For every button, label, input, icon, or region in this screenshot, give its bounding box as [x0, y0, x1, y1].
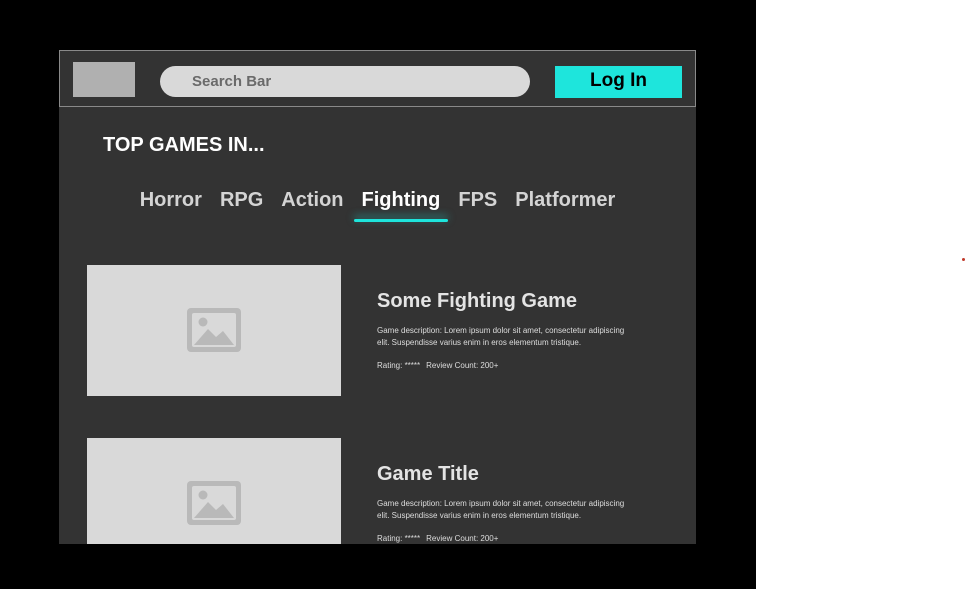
game-rating: Rating: ***** [377, 534, 421, 543]
game-card[interactable]: Some Fighting Game Game description: Lor… [87, 265, 667, 396]
game-meta: Rating: ***** Review Count: 200+ [377, 361, 498, 370]
game-rating: Rating: ***** [377, 361, 421, 370]
image-placeholder-icon [187, 308, 241, 352]
stray-dot [962, 258, 965, 261]
game-title[interactable]: Game Title [377, 463, 479, 486]
game-thumbnail[interactable] [87, 265, 341, 396]
tab-rpg[interactable]: RPG [220, 189, 263, 222]
genre-tabs: Horror RPG Action Fighting FPS Platforme… [59, 189, 696, 222]
game-review-count: Review Count: 200+ [426, 534, 499, 543]
login-button[interactable]: Log In [555, 66, 682, 98]
tab-fps[interactable]: FPS [458, 189, 497, 222]
tab-platformer[interactable]: Platformer [515, 189, 615, 222]
image-placeholder-icon [187, 481, 241, 525]
game-meta: Rating: ***** Review Count: 200+ [377, 534, 498, 543]
game-thumbnail[interactable] [87, 438, 341, 544]
tab-action[interactable]: Action [281, 189, 343, 222]
game-card[interactable]: Game Title Game description: Lorem ipsum… [87, 438, 667, 544]
top-bar: Log In [59, 50, 696, 107]
tab-fighting[interactable]: Fighting [353, 189, 449, 222]
app-window: Log In TOP GAMES IN... Horror RPG Action… [59, 50, 696, 544]
game-description: Game description: Lorem ipsum dolor sit … [377, 326, 625, 347]
logo-placeholder[interactable] [73, 62, 135, 97]
search-input[interactable] [160, 66, 530, 97]
tab-horror[interactable]: Horror [140, 189, 202, 222]
game-description: Game description: Lorem ipsum dolor sit … [377, 499, 625, 520]
game-title[interactable]: Some Fighting Game [377, 290, 577, 313]
game-review-count: Review Count: 200+ [426, 361, 499, 370]
section-title: TOP GAMES IN... [103, 134, 265, 156]
